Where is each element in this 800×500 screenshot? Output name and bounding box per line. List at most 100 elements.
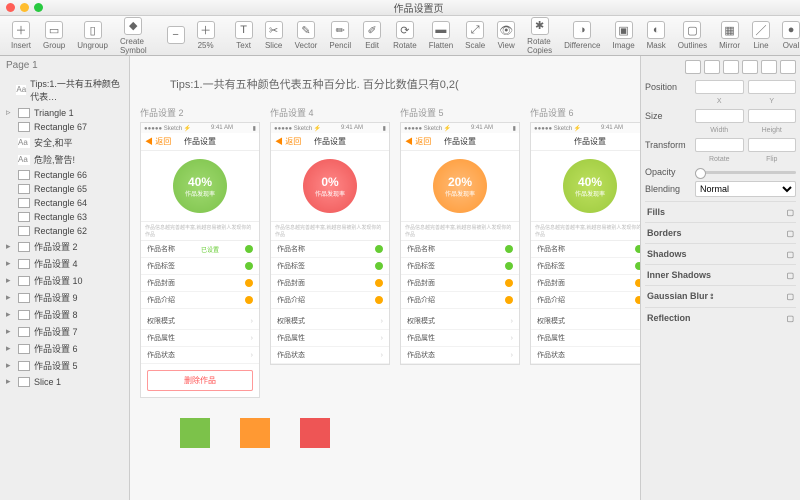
layer-item[interactable]: ▸作品设置 5: [0, 357, 129, 374]
list-item[interactable]: 作品封面: [401, 275, 519, 292]
list-item[interactable]: 作品标签: [401, 258, 519, 275]
twisty-icon[interactable]: ▸: [6, 376, 14, 387]
opacity-slider[interactable]: [695, 171, 796, 174]
artboard[interactable]: 作品设置 5●●●●● Sketch ⚡9:41 AM▮◀ 返回作品设置20%作…: [400, 106, 520, 398]
blending-select[interactable]: Normal: [695, 181, 796, 197]
tool-outlines[interactable]: ▢Outlines: [673, 21, 712, 50]
tool-flatten[interactable]: ▬Flatten: [424, 21, 458, 50]
layer-item[interactable]: Rectangle 62: [0, 224, 129, 238]
align-top-icon[interactable]: [742, 60, 758, 74]
twisty-icon[interactable]: ▸: [6, 275, 14, 286]
list-item[interactable]: 作品状态›: [271, 347, 389, 364]
list-item[interactable]: 作品封面: [141, 275, 259, 292]
layer-item[interactable]: ▹Triangle 1: [0, 105, 129, 120]
twisty-icon[interactable]: ▹: [6, 107, 14, 118]
layer-item[interactable]: Rectangle 64: [0, 196, 129, 210]
tool-ungroup[interactable]: ▯Ungroup: [72, 21, 113, 50]
list-item[interactable]: 作品封面: [531, 275, 640, 292]
layer-item[interactable]: AaTips:1.一共有五种颜色代表…: [0, 75, 129, 105]
list-item[interactable]: 权限模式›: [271, 313, 389, 330]
align-left-icon[interactable]: [685, 60, 701, 74]
align-right-icon[interactable]: [723, 60, 739, 74]
list-item[interactable]: 作品属性›: [531, 330, 640, 347]
close-icon[interactable]: [6, 3, 15, 12]
tool-insert[interactable]: ＋Insert: [6, 21, 36, 50]
tool-mask[interactable]: ◐Mask: [642, 21, 671, 50]
layer-item[interactable]: ▸作品设置 10: [0, 272, 129, 289]
section-toggle-icon[interactable]: ▢: [786, 292, 794, 301]
layer-item[interactable]: Rectangle 63: [0, 210, 129, 224]
inspector-section[interactable]: Shadows▢: [645, 243, 796, 264]
list-item[interactable]: 作品名称: [401, 241, 519, 258]
layer-item[interactable]: ▸作品设置 2: [0, 238, 129, 255]
artboard[interactable]: 作品设置 6●●●●● Sketch ⚡9:41 AM▮作品设置40%作品发现率…: [530, 106, 640, 398]
inspector-section[interactable]: Borders▢: [645, 222, 796, 243]
layer-item[interactable]: ▸作品设置 8: [0, 306, 129, 323]
flip-buttons[interactable]: [748, 138, 797, 152]
layer-item[interactable]: Aa危险,警告!: [0, 151, 129, 168]
list-item[interactable]: 权限模式›: [141, 313, 259, 330]
tool-25%[interactable]: ＋25%: [192, 21, 220, 50]
layer-item[interactable]: Rectangle 67: [0, 120, 129, 134]
list-item[interactable]: 作品属性›: [141, 330, 259, 347]
align-bottom-icon[interactable]: [780, 60, 796, 74]
list-item[interactable]: 作品状态›: [531, 347, 640, 364]
minimize-icon[interactable]: [20, 3, 29, 12]
layer-item[interactable]: Rectangle 65: [0, 182, 129, 196]
delete-button[interactable]: 删除作品: [147, 370, 253, 391]
twisty-icon[interactable]: ▸: [6, 343, 14, 354]
inspector-section[interactable]: Reflection▢: [645, 307, 796, 328]
width-input[interactable]: [695, 109, 744, 123]
tool-edit[interactable]: ✐Edit: [358, 21, 386, 50]
artboard[interactable]: 作品设置 2●●●●● Sketch ⚡9:41 AM▮◀ 返回作品设置40%作…: [140, 106, 260, 398]
list-item[interactable]: 权限模式›: [401, 313, 519, 330]
tool-pencil[interactable]: ✏Pencil: [324, 21, 356, 50]
tool-scale[interactable]: ⤢Scale: [460, 21, 490, 50]
twisty-icon[interactable]: ▸: [6, 360, 14, 371]
inspector-section[interactable]: Inner Shadows▢: [645, 264, 796, 285]
layer-item[interactable]: ▸Slice 1: [0, 374, 129, 389]
section-toggle-icon[interactable]: ▢: [786, 314, 794, 323]
tool-text[interactable]: TText: [230, 21, 258, 50]
tool-vector[interactable]: ✎Vector: [290, 21, 323, 50]
list-item[interactable]: 作品封面: [271, 275, 389, 292]
section-toggle-icon[interactable]: ▢: [786, 208, 794, 217]
tool-rotate[interactable]: ⟳Rotate: [388, 21, 422, 50]
list-item[interactable]: 作品标签: [271, 258, 389, 275]
tool-slice[interactable]: ✂Slice: [260, 21, 288, 50]
back-button[interactable]: ◀ 返回: [405, 136, 431, 147]
section-toggle-icon[interactable]: ▢: [786, 229, 794, 238]
back-button[interactable]: ◀ 返回: [275, 136, 301, 147]
tool-create-symbol[interactable]: ◆Create Symbol: [115, 17, 152, 55]
y-input[interactable]: [748, 80, 797, 94]
tool-zoom[interactable]: −: [162, 26, 190, 46]
list-item[interactable]: 作品属性›: [401, 330, 519, 347]
twisty-icon[interactable]: ▸: [6, 258, 14, 269]
list-item[interactable]: 作品介绍: [401, 292, 519, 309]
inspector-section[interactable]: Fills▢: [645, 201, 796, 222]
canvas[interactable]: Tips:1.一共有五种颜色代表五种百分比. 百分比数值只有0,2( 作品设置 …: [130, 56, 640, 500]
tool-line[interactable]: ／Line: [747, 21, 775, 50]
layer-item[interactable]: Aa安全,和平: [0, 134, 129, 151]
tool-difference[interactable]: ◑Difference: [559, 21, 605, 50]
list-item[interactable]: 作品状态›: [141, 347, 259, 364]
twisty-icon[interactable]: ▸: [6, 326, 14, 337]
tool-image[interactable]: ▣Image: [607, 21, 639, 50]
list-item[interactable]: 作品标签: [141, 258, 259, 275]
twisty-icon[interactable]: ▸: [6, 309, 14, 320]
list-item[interactable]: 作品介绍: [531, 292, 640, 309]
tool-view[interactable]: 👁View: [492, 21, 520, 50]
list-item[interactable]: 作品属性›: [271, 330, 389, 347]
tool-mirror[interactable]: ▦Mirror: [714, 21, 745, 50]
layer-item[interactable]: ▸作品设置 7: [0, 323, 129, 340]
list-item[interactable]: 权限模式›: [531, 313, 640, 330]
twisty-icon[interactable]: ▸: [6, 292, 14, 303]
align-middle-icon[interactable]: [761, 60, 777, 74]
x-input[interactable]: [695, 80, 744, 94]
zoom-icon[interactable]: [34, 3, 43, 12]
section-toggle-icon[interactable]: ▢: [786, 271, 794, 280]
tool-group[interactable]: ▭Group: [38, 21, 70, 50]
layer-item[interactable]: ▸作品设置 6: [0, 340, 129, 357]
rotate-input[interactable]: [695, 138, 744, 152]
tool-oval[interactable]: ●Oval: [777, 21, 800, 50]
